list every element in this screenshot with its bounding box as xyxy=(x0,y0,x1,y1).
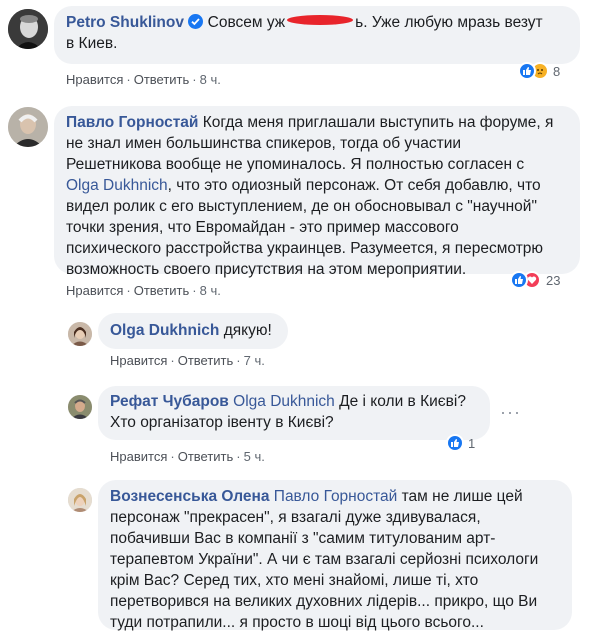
like-button[interactable]: Нравится xyxy=(66,72,123,87)
avatar-photo xyxy=(68,395,92,419)
separator: · xyxy=(126,72,131,87)
comment-text: Хто організатор івенту в Києві? xyxy=(110,414,334,431)
comment-bubble: Рефат Чубаров Olga Dukhnich Де і коли в … xyxy=(98,386,490,440)
like-button[interactable]: Нравится xyxy=(110,353,167,368)
avatar-photo xyxy=(68,322,92,346)
comment-author[interactable]: Вознесенська Олена xyxy=(110,488,269,505)
reaction-summary[interactable]: 23 xyxy=(510,271,560,289)
comment-text: побачивши Вас в компанії з "самим титуло… xyxy=(110,530,496,547)
comment-author[interactable]: Petro Shuklinov xyxy=(66,14,184,31)
comment-text: Решетникова вообще не упоминалось. Я пол… xyxy=(66,156,525,173)
separator: · xyxy=(170,449,175,464)
reply-button[interactable]: Ответить xyxy=(178,353,234,368)
comment-author[interactable]: Павло Горностай xyxy=(66,114,198,131)
comment-text: терапевтом України". А чи є там взагалі … xyxy=(110,551,539,568)
comment-text: в Киев. xyxy=(66,35,118,52)
like-button[interactable]: Нравится xyxy=(110,449,167,464)
comment-text: туди потрапили... я просто в шоці від ць… xyxy=(110,614,484,631)
separator: · xyxy=(126,283,131,298)
separator: · xyxy=(236,449,241,464)
comment-actions: Нравится · Ответить · 5 ч. xyxy=(110,449,265,464)
comment-author[interactable]: Рефат Чубаров xyxy=(110,393,229,410)
reply-button[interactable]: Ответить xyxy=(134,72,190,87)
comment-text: крім Вас? Серед тих, хто мені знайомі, л… xyxy=(110,572,479,589)
comment-bubble: Павло Горностай Когда меня приглашали вы… xyxy=(54,106,580,278)
comment-text: персонаж "прекрасен", я взагалі дуже зди… xyxy=(110,509,481,526)
comment-text: Совсем уж xyxy=(207,14,286,31)
comment-actions: Нравится · Ответить · 8 ч. xyxy=(66,72,221,87)
reply-button[interactable]: Ответить xyxy=(134,283,190,298)
timestamp[interactable]: 5 ч. xyxy=(244,449,265,464)
comment-bubble: Olga Dukhnich дякую! xyxy=(98,313,288,349)
reaction-count: 23 xyxy=(546,272,561,288)
like-icon xyxy=(446,434,464,452)
reaction-count: 8 xyxy=(553,63,561,79)
comment-bubble: Petro Shuklinov Совсем уж ь. Уже любую мр… xyxy=(54,6,580,64)
avatar[interactable] xyxy=(8,9,48,49)
comment-text: дякую! xyxy=(223,322,272,339)
mention-link[interactable]: Павло Горностай xyxy=(274,488,398,505)
like-icon xyxy=(518,62,536,80)
separator: · xyxy=(170,353,175,368)
verified-badge-icon xyxy=(188,14,204,29)
avatar-photo xyxy=(68,488,92,512)
timestamp[interactable]: 8 ч. xyxy=(200,283,221,298)
comment-text: Де і коли в Києві? xyxy=(339,393,466,410)
timestamp[interactable]: 8 ч. xyxy=(200,72,221,87)
comment-text: , что это одиозный персонаж. От себя доб… xyxy=(167,177,541,194)
separator: · xyxy=(192,283,197,298)
comment-text: возможность своего присутствия на этом м… xyxy=(66,261,467,278)
reply-button[interactable]: Ответить xyxy=(178,449,234,464)
separator: · xyxy=(192,72,197,87)
more-options-icon[interactable]: ··· xyxy=(500,402,521,423)
mention-link[interactable]: Olga Dukhnich xyxy=(66,177,168,194)
reaction-summary[interactable]: 1 xyxy=(446,434,475,452)
avatar[interactable] xyxy=(68,322,92,346)
separator: · xyxy=(236,353,241,368)
reaction-count: 1 xyxy=(468,435,476,451)
reaction-summary[interactable]: 8 xyxy=(518,62,560,80)
comment-text: ь. Уже любую мразь везут xyxy=(355,14,543,31)
avatar-photo xyxy=(8,107,48,147)
comment-text: видел ролик с его выступлением, де он об… xyxy=(66,198,537,215)
comment-text: там не лише цей xyxy=(401,488,523,505)
comment-text: Когда меня приглашали выступить на форум… xyxy=(202,114,554,131)
mention-link[interactable]: Olga Dukhnich xyxy=(233,393,335,410)
avatar[interactable] xyxy=(68,488,92,512)
like-icon xyxy=(510,271,528,289)
comment-text: не знал имен большинства спикеров, тогда… xyxy=(66,135,462,152)
avatar-photo xyxy=(8,9,48,49)
comment-bubble: Вознесенська Олена Павло Горностай там н… xyxy=(98,480,572,631)
comment-author[interactable]: Olga Dukhnich xyxy=(110,322,219,339)
redaction-scribble xyxy=(287,15,354,25)
comment-text: точки зрения, что Евромайдан - это приме… xyxy=(66,219,459,236)
comment-text: психического расстройства украинцев. Раз… xyxy=(66,240,544,257)
comment-actions: Нравится · Ответить · 8 ч. xyxy=(66,283,221,298)
comment-actions: Нравится · Ответить · 7 ч. xyxy=(110,353,265,368)
like-button[interactable]: Нравится xyxy=(66,283,123,298)
avatar[interactable] xyxy=(68,395,92,419)
comment-text: перетворився на великих духовних лідерів… xyxy=(110,593,538,610)
timestamp[interactable]: 7 ч. xyxy=(244,353,265,368)
avatar[interactable] xyxy=(8,107,48,147)
